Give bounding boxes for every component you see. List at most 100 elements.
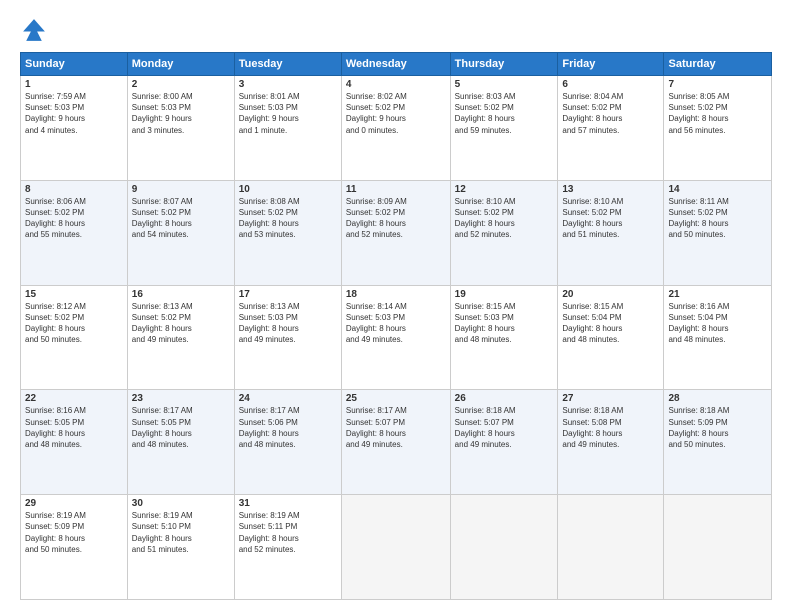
cell-info: Sunrise: 8:13 AM Sunset: 5:02 PM Dayligh… xyxy=(132,301,230,346)
calendar-cell: 8Sunrise: 8:06 AM Sunset: 5:02 PM Daylig… xyxy=(21,180,128,285)
day-number: 20 xyxy=(562,289,659,300)
cell-info: Sunrise: 8:16 AM Sunset: 5:04 PM Dayligh… xyxy=(668,301,767,346)
day-number: 14 xyxy=(668,184,767,195)
cell-info: Sunrise: 8:04 AM Sunset: 5:02 PM Dayligh… xyxy=(562,91,659,136)
cell-info: Sunrise: 8:07 AM Sunset: 5:02 PM Dayligh… xyxy=(132,196,230,241)
weekday-header-thursday: Thursday xyxy=(450,53,558,76)
day-number: 19 xyxy=(455,289,554,300)
calendar-cell: 19Sunrise: 8:15 AM Sunset: 5:03 PM Dayli… xyxy=(450,285,558,390)
calendar-cell xyxy=(664,495,772,600)
cell-info: Sunrise: 8:18 AM Sunset: 5:07 PM Dayligh… xyxy=(455,405,554,450)
calendar-cell xyxy=(450,495,558,600)
calendar-cell: 2Sunrise: 8:00 AM Sunset: 5:03 PM Daylig… xyxy=(127,76,234,181)
calendar-week-4: 22Sunrise: 8:16 AM Sunset: 5:05 PM Dayli… xyxy=(21,390,772,495)
day-number: 6 xyxy=(562,79,659,90)
calendar-cell: 15Sunrise: 8:12 AM Sunset: 5:02 PM Dayli… xyxy=(21,285,128,390)
calendar-cell: 9Sunrise: 8:07 AM Sunset: 5:02 PM Daylig… xyxy=(127,180,234,285)
cell-info: Sunrise: 8:19 AM Sunset: 5:10 PM Dayligh… xyxy=(132,510,230,555)
cell-info: Sunrise: 8:18 AM Sunset: 5:08 PM Dayligh… xyxy=(562,405,659,450)
cell-info: Sunrise: 8:08 AM Sunset: 5:02 PM Dayligh… xyxy=(239,196,337,241)
day-number: 4 xyxy=(346,79,446,90)
calendar-cell: 13Sunrise: 8:10 AM Sunset: 5:02 PM Dayli… xyxy=(558,180,664,285)
day-number: 29 xyxy=(25,498,123,509)
cell-info: Sunrise: 8:12 AM Sunset: 5:02 PM Dayligh… xyxy=(25,301,123,346)
day-number: 10 xyxy=(239,184,337,195)
calendar-week-1: 1Sunrise: 7:59 AM Sunset: 5:03 PM Daylig… xyxy=(21,76,772,181)
day-number: 1 xyxy=(25,79,123,90)
calendar-cell: 7Sunrise: 8:05 AM Sunset: 5:02 PM Daylig… xyxy=(664,76,772,181)
cell-info: Sunrise: 8:16 AM Sunset: 5:05 PM Dayligh… xyxy=(25,405,123,450)
cell-info: Sunrise: 8:10 AM Sunset: 5:02 PM Dayligh… xyxy=(562,196,659,241)
day-number: 21 xyxy=(668,289,767,300)
calendar-table: SundayMondayTuesdayWednesdayThursdayFrid… xyxy=(20,52,772,600)
weekday-header-saturday: Saturday xyxy=(664,53,772,76)
weekday-header-monday: Monday xyxy=(127,53,234,76)
day-number: 25 xyxy=(346,393,446,404)
cell-info: Sunrise: 8:00 AM Sunset: 5:03 PM Dayligh… xyxy=(132,91,230,136)
cell-info: Sunrise: 8:02 AM Sunset: 5:02 PM Dayligh… xyxy=(346,91,446,136)
cell-info: Sunrise: 8:17 AM Sunset: 5:05 PM Dayligh… xyxy=(132,405,230,450)
calendar-cell: 11Sunrise: 8:09 AM Sunset: 5:02 PM Dayli… xyxy=(341,180,450,285)
calendar-cell: 30Sunrise: 8:19 AM Sunset: 5:10 PM Dayli… xyxy=(127,495,234,600)
cell-info: Sunrise: 8:05 AM Sunset: 5:02 PM Dayligh… xyxy=(668,91,767,136)
calendar-cell: 5Sunrise: 8:03 AM Sunset: 5:02 PM Daylig… xyxy=(450,76,558,181)
cell-info: Sunrise: 8:06 AM Sunset: 5:02 PM Dayligh… xyxy=(25,196,123,241)
cell-info: Sunrise: 8:01 AM Sunset: 5:03 PM Dayligh… xyxy=(239,91,337,136)
day-number: 26 xyxy=(455,393,554,404)
calendar-cell: 20Sunrise: 8:15 AM Sunset: 5:04 PM Dayli… xyxy=(558,285,664,390)
cell-info: Sunrise: 8:15 AM Sunset: 5:04 PM Dayligh… xyxy=(562,301,659,346)
calendar-cell: 31Sunrise: 8:19 AM Sunset: 5:11 PM Dayli… xyxy=(234,495,341,600)
weekday-header-sunday: Sunday xyxy=(21,53,128,76)
calendar-cell: 1Sunrise: 7:59 AM Sunset: 5:03 PM Daylig… xyxy=(21,76,128,181)
cell-info: Sunrise: 8:19 AM Sunset: 5:11 PM Dayligh… xyxy=(239,510,337,555)
page: SundayMondayTuesdayWednesdayThursdayFrid… xyxy=(0,0,792,612)
cell-info: Sunrise: 8:03 AM Sunset: 5:02 PM Dayligh… xyxy=(455,91,554,136)
day-number: 24 xyxy=(239,393,337,404)
day-number: 22 xyxy=(25,393,123,404)
day-number: 3 xyxy=(239,79,337,90)
cell-info: Sunrise: 8:17 AM Sunset: 5:07 PM Dayligh… xyxy=(346,405,446,450)
calendar-cell: 27Sunrise: 8:18 AM Sunset: 5:08 PM Dayli… xyxy=(558,390,664,495)
day-number: 16 xyxy=(132,289,230,300)
calendar-week-2: 8Sunrise: 8:06 AM Sunset: 5:02 PM Daylig… xyxy=(21,180,772,285)
calendar-cell: 12Sunrise: 8:10 AM Sunset: 5:02 PM Dayli… xyxy=(450,180,558,285)
cell-info: Sunrise: 8:18 AM Sunset: 5:09 PM Dayligh… xyxy=(668,405,767,450)
calendar-cell: 16Sunrise: 8:13 AM Sunset: 5:02 PM Dayli… xyxy=(127,285,234,390)
calendar-cell: 3Sunrise: 8:01 AM Sunset: 5:03 PM Daylig… xyxy=(234,76,341,181)
day-number: 5 xyxy=(455,79,554,90)
calendar-cell xyxy=(341,495,450,600)
day-number: 17 xyxy=(239,289,337,300)
calendar-cell: 17Sunrise: 8:13 AM Sunset: 5:03 PM Dayli… xyxy=(234,285,341,390)
calendar-cell: 10Sunrise: 8:08 AM Sunset: 5:02 PM Dayli… xyxy=(234,180,341,285)
calendar-cell: 23Sunrise: 8:17 AM Sunset: 5:05 PM Dayli… xyxy=(127,390,234,495)
calendar-cell: 24Sunrise: 8:17 AM Sunset: 5:06 PM Dayli… xyxy=(234,390,341,495)
weekday-header-friday: Friday xyxy=(558,53,664,76)
day-number: 28 xyxy=(668,393,767,404)
day-number: 27 xyxy=(562,393,659,404)
logo xyxy=(20,16,52,44)
calendar-cell: 28Sunrise: 8:18 AM Sunset: 5:09 PM Dayli… xyxy=(664,390,772,495)
calendar-cell: 29Sunrise: 8:19 AM Sunset: 5:09 PM Dayli… xyxy=(21,495,128,600)
logo-icon xyxy=(20,16,48,44)
calendar-week-5: 29Sunrise: 8:19 AM Sunset: 5:09 PM Dayli… xyxy=(21,495,772,600)
cell-info: Sunrise: 8:15 AM Sunset: 5:03 PM Dayligh… xyxy=(455,301,554,346)
day-number: 15 xyxy=(25,289,123,300)
calendar-cell xyxy=(558,495,664,600)
day-number: 11 xyxy=(346,184,446,195)
weekday-header-tuesday: Tuesday xyxy=(234,53,341,76)
calendar-cell: 6Sunrise: 8:04 AM Sunset: 5:02 PM Daylig… xyxy=(558,76,664,181)
day-number: 23 xyxy=(132,393,230,404)
day-number: 12 xyxy=(455,184,554,195)
header xyxy=(20,16,772,44)
day-number: 7 xyxy=(668,79,767,90)
day-number: 9 xyxy=(132,184,230,195)
calendar-cell: 14Sunrise: 8:11 AM Sunset: 5:02 PM Dayli… xyxy=(664,180,772,285)
cell-info: Sunrise: 8:13 AM Sunset: 5:03 PM Dayligh… xyxy=(239,301,337,346)
cell-info: Sunrise: 8:19 AM Sunset: 5:09 PM Dayligh… xyxy=(25,510,123,555)
day-number: 8 xyxy=(25,184,123,195)
day-number: 31 xyxy=(239,498,337,509)
day-number: 13 xyxy=(562,184,659,195)
calendar-cell: 4Sunrise: 8:02 AM Sunset: 5:02 PM Daylig… xyxy=(341,76,450,181)
calendar-cell: 25Sunrise: 8:17 AM Sunset: 5:07 PM Dayli… xyxy=(341,390,450,495)
cell-info: Sunrise: 7:59 AM Sunset: 5:03 PM Dayligh… xyxy=(25,91,123,136)
